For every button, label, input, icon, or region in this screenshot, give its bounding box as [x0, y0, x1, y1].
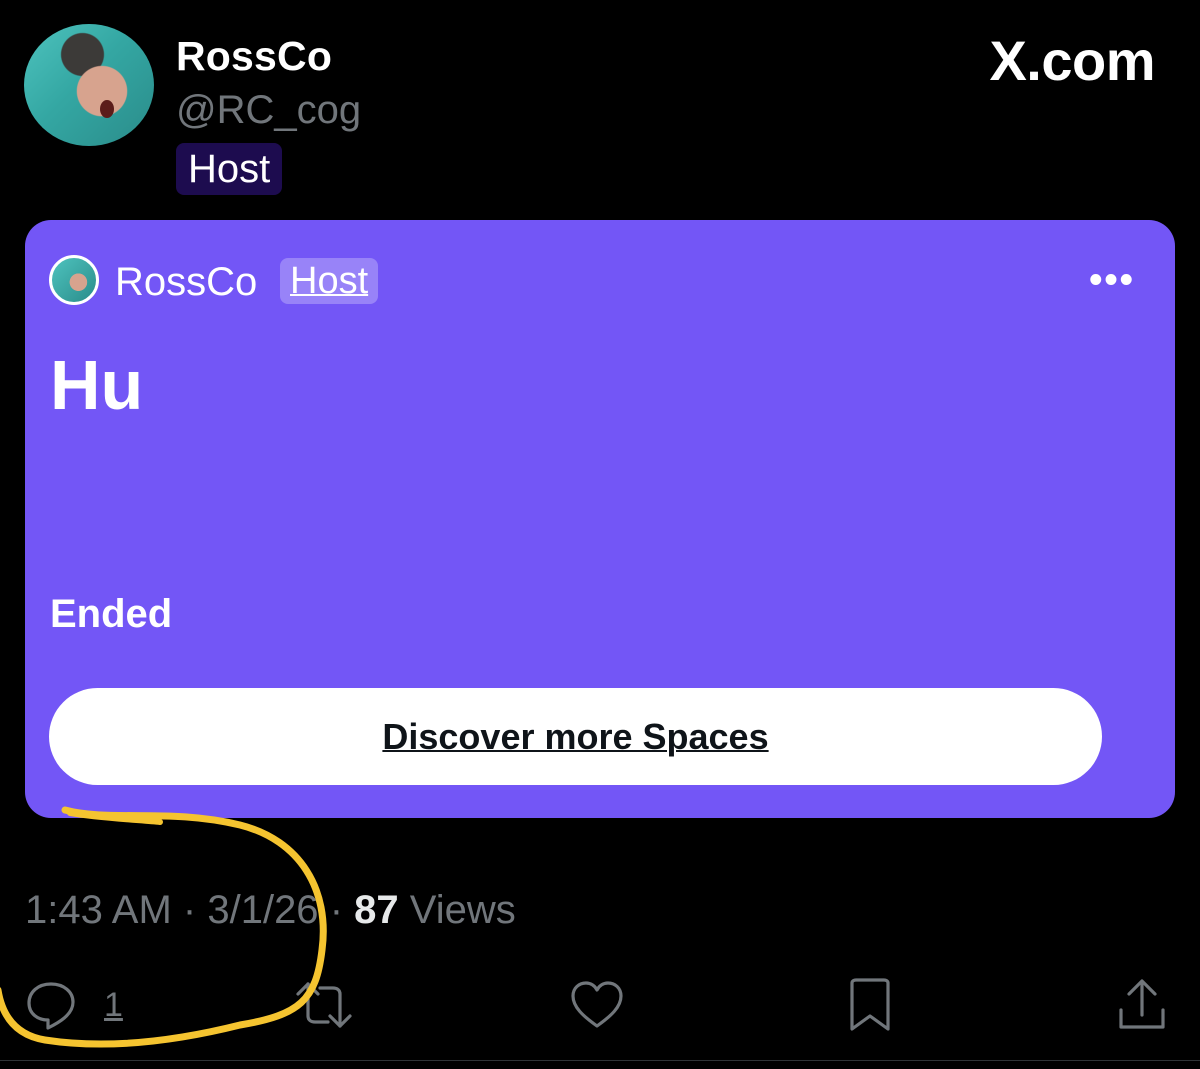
like-button[interactable] [569, 975, 625, 1035]
profile-avatar[interactable] [24, 24, 154, 146]
like-icon [571, 981, 623, 1028]
reply-count[interactable]: 1 [104, 986, 123, 1025]
space-host-badge[interactable]: Host [280, 258, 379, 304]
display-name[interactable]: RossCo [176, 33, 332, 80]
post-date[interactable]: 3/1/26 [207, 888, 318, 932]
views-label: Views [409, 888, 516, 932]
share-icon [1119, 979, 1165, 1029]
bookmark-button[interactable] [846, 975, 894, 1035]
post-time[interactable]: 1:43 AM [25, 888, 172, 932]
avatar-mouth-detail [100, 100, 114, 118]
bottom-divider [0, 1060, 1200, 1061]
post-meta: 1:43 AM · 3/1/26 · 87 Views [25, 888, 516, 933]
discover-spaces-button[interactable]: Discover more Spaces [49, 688, 1102, 785]
views-count: 87 [354, 888, 399, 932]
user-handle[interactable]: @RC_cog [176, 88, 361, 133]
meta-separator: · [329, 888, 344, 932]
repost-button[interactable] [294, 975, 354, 1035]
space-status: Ended [50, 592, 173, 636]
space-host-avatar[interactable] [49, 255, 99, 305]
share-button[interactable] [1116, 975, 1168, 1035]
brand-logo: X.com [989, 29, 1155, 92]
action-bar: 1 [0, 975, 1200, 1035]
reply-icon [27, 982, 75, 1030]
space-title: Hu [50, 346, 144, 424]
meta-separator: · [182, 888, 197, 932]
repost-icon [296, 982, 352, 1028]
space-host-name[interactable]: RossCo [115, 260, 257, 305]
reply-button[interactable]: 1 [24, 975, 123, 1035]
space-card[interactable]: RossCo Host ••• Hu Ended Discover more S… [25, 220, 1175, 818]
more-options-icon[interactable]: ••• [1089, 261, 1135, 299]
host-badge: Host [176, 143, 283, 195]
bookmark-icon [850, 978, 890, 1031]
